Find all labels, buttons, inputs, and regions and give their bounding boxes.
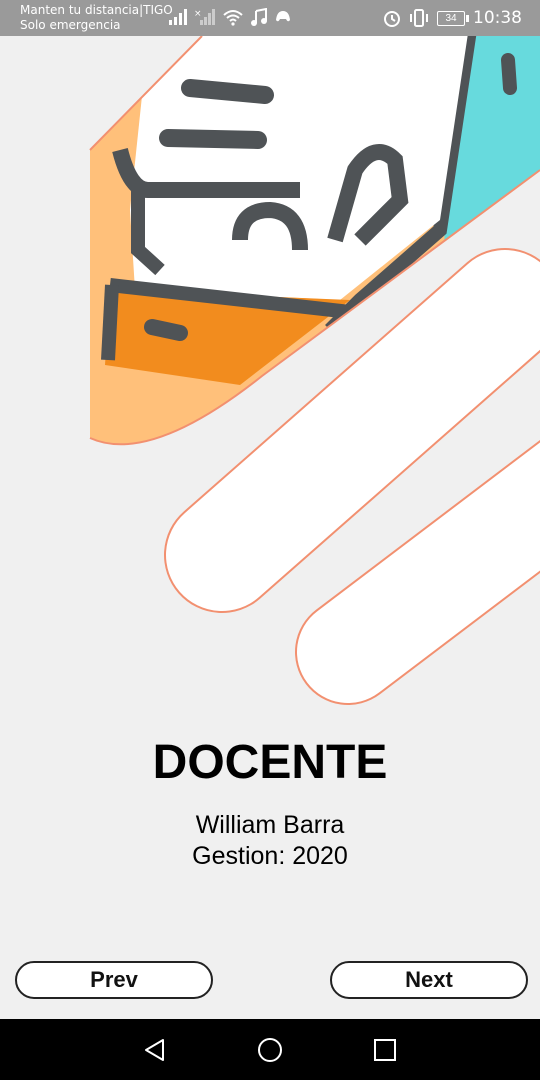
next-button[interactable]: Next <box>330 961 528 999</box>
svg-text:×: × <box>194 9 202 19</box>
back-icon[interactable] <box>142 1037 168 1063</box>
status-icons: × <box>168 8 292 26</box>
clock: 10:38 <box>473 8 522 28</box>
recents-icon[interactable] <box>372 1037 398 1063</box>
status-right: 34 10:38 <box>383 8 522 28</box>
signal-icon <box>169 9 187 25</box>
alarm-icon <box>384 11 400 27</box>
teacher-name: William Barra <box>195 811 345 839</box>
home-icon[interactable] <box>257 1037 283 1063</box>
music-icon <box>251 8 267 26</box>
vibrate-icon <box>410 9 428 27</box>
carrier-info: Manten tu distancia|TIGO Solo emergencia <box>20 3 173 33</box>
signal-off-icon: × <box>194 9 215 25</box>
carrier-line1: Manten tu distancia|TIGO <box>20 3 173 17</box>
gestion-year: Gestion: 2020 <box>192 842 348 870</box>
prev-button[interactable]: Prev <box>15 961 213 999</box>
carrier-line2: Solo emergencia <box>20 18 121 32</box>
system-navigation-bar <box>0 1019 540 1080</box>
status-bar: Manten tu distancia|TIGO Solo emergencia… <box>0 0 540 36</box>
page-title: DOCENTE <box>152 736 388 789</box>
game-icon <box>276 11 290 22</box>
battery-indicator: 34 <box>437 10 469 26</box>
onboarding-illustration <box>89 36 540 705</box>
wifi-icon <box>223 10 243 26</box>
